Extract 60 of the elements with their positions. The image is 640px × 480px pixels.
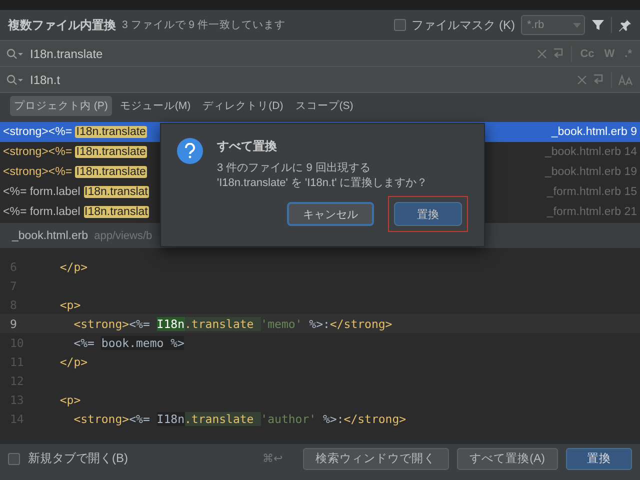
preserve-case-icon[interactable] [618, 74, 634, 86]
filter-icon[interactable] [591, 18, 605, 32]
code-line: </p> [58, 354, 88, 368]
match-summary: 3 ファイルで 9 件一致しています [122, 18, 286, 32]
newline-icon[interactable] [553, 48, 566, 59]
match-highlight: I18n.translate [75, 166, 147, 178]
result-row[interactable]: <strong><%= I18n.translate [3, 142, 160, 162]
replace-button[interactable]: 置換 [394, 202, 462, 226]
clear-icon[interactable] [537, 48, 548, 58]
result-code-text: <%= form.label [3, 186, 82, 198]
search-icon[interactable] [6, 48, 24, 60]
pin-icon[interactable] [618, 18, 632, 32]
scope-tab[interactable]: モジュール(M) [116, 96, 195, 116]
line-number: 9 [9, 316, 18, 330]
match-highlight: I18n.translat [84, 206, 149, 218]
search-icon[interactable] [6, 74, 24, 86]
scope-tab[interactable]: スコープ(S) [291, 96, 358, 116]
result-file-location: _form.html.erb 15 [546, 186, 637, 198]
match-highlight: I18n.translate [75, 146, 147, 158]
dialog-title: すべて置換 [217, 138, 278, 155]
checkbox[interactable] [8, 452, 20, 464]
match-highlight: I18n.translat [84, 186, 149, 198]
result-file-location: _book.html.erb 9 [551, 126, 637, 138]
scope-tab[interactable]: ディレクトリ(D) [198, 96, 288, 116]
footer-button[interactable]: すべて置換(A) [456, 448, 558, 470]
code-line: </p> [58, 260, 88, 274]
caret-icon [570, 20, 584, 30]
panel-title: 複数ファイル内置換 [8, 16, 116, 34]
question-icon [177, 138, 203, 164]
result-row[interactable]: <strong><%= I18n.translate [3, 162, 160, 182]
code-line: <strong><%= I18n.translate 'author' %>:</strong> [72, 412, 406, 426]
preview-file-name: _book.html.erb [12, 230, 88, 242]
result-code-text: <strong><%= [3, 146, 74, 158]
match-highlight: I18n.translate [75, 126, 147, 138]
checkbox-label: ファイルマスク (K) [412, 16, 515, 34]
preview-file-path: app/views/b [94, 230, 152, 242]
code-line: <strong><%= I18n.translate 'memo' %>:</strong> [72, 316, 392, 330]
dialog-message: 3 件のファイルに 9 回出現する 'I18n.translate' を 'I18n.t' に置換しますか？ [217, 161, 429, 191]
result-file-location: _book.html.erb 19 [544, 166, 637, 178]
result-row[interactable]: <%= form.label I18n.translat [3, 202, 160, 222]
code-line: <p> [58, 298, 81, 312]
clear-icon[interactable] [577, 74, 587, 84]
result-file-location: _book.html.erb 14 [544, 146, 637, 158]
cancel-button[interactable]: キャンセル [287, 202, 374, 226]
scope-tab[interactable]: プロジェクト内 (P) [10, 96, 112, 116]
result-file-location: _form.html.erb 21 [546, 206, 637, 218]
result-code-text: <strong><%= [3, 126, 74, 138]
footer-button[interactable]: 置換 [566, 448, 632, 470]
result-row[interactable]: <%= form.label I18n.translat [3, 182, 160, 202]
shortcut-hint: ⌘↩ [262, 452, 283, 465]
footer-button[interactable]: 検索ウィンドウで開く [302, 448, 449, 470]
result-code-text: <%= form.label [3, 206, 82, 218]
newline-icon[interactable] [593, 74, 605, 85]
checkbox[interactable] [394, 19, 406, 31]
code-line: <%= book.memo %> [72, 336, 184, 350]
checkbox-label: 新規タブで開く(B) [28, 450, 128, 467]
result-code-text: <strong><%= [3, 166, 74, 178]
result-row[interactable]: <strong><%= I18n.translate [3, 122, 160, 142]
code-line: <p> [58, 392, 81, 406]
replace-field[interactable]: I18n.t [0, 66, 640, 92]
